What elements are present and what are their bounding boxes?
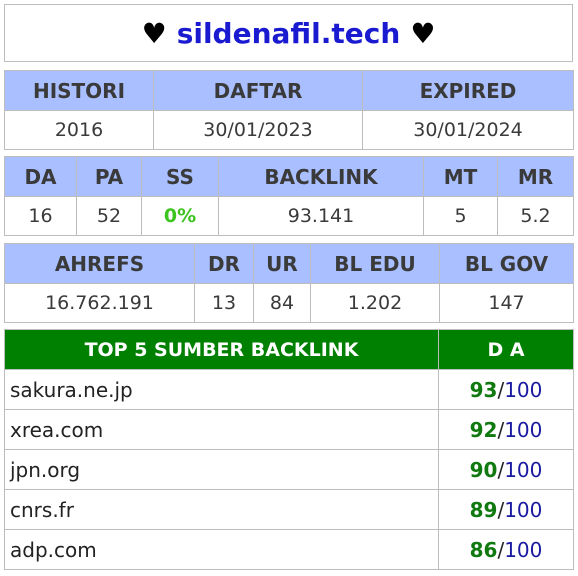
header-pa: PA [76,156,142,197]
heart-left-icon: ♥ [141,16,167,50]
top-backlinks-table: TOP 5 SUMBER BACKLINK D A sakura.ne.jp 9… [4,329,574,570]
backlink-site: cnrs.fr [4,489,439,530]
value-histori: 2016 [4,110,154,150]
backlink-da: 86/100 [438,529,574,570]
value-daftar: 30/01/2023 [153,110,363,150]
value-ur: 84 [253,283,311,323]
backlink-da: 93/100 [438,369,574,410]
backlink-site: xrea.com [4,409,439,450]
table-row: cnrs.fr 89/100 [4,489,574,530]
backlink-da-value: 92 [469,417,498,442]
table-row: adp.com 86/100 [4,529,574,570]
top-backlinks-header-row: TOP 5 SUMBER BACKLINK D A [4,329,574,370]
backlink-da-max: 100 [504,497,543,522]
backlink-da: 92/100 [438,409,574,450]
moz-value-row: 16 52 0% 93.141 5 5.2 [4,196,574,236]
value-bl-edu: 1.202 [310,283,440,323]
header-dr: DR [194,243,254,284]
value-pa: 52 [76,196,142,236]
value-mt: 5 [423,196,498,236]
table-row: jpn.org 90/100 [4,449,574,490]
value-expired: 30/01/2024 [362,110,574,150]
value-da: 16 [4,196,77,236]
ahrefs-value-row: 16.762.191 13 84 1.202 147 [4,283,574,323]
header-histori: HISTORI [4,70,154,111]
header-ahrefs: AHREFS [4,243,195,284]
backlink-da: 90/100 [438,449,574,490]
backlink-da-value: 90 [469,457,498,482]
header-top-da: D A [438,329,574,370]
backlink-site: jpn.org [4,449,439,490]
value-dr: 13 [194,283,254,323]
header-mr: MR [497,156,574,197]
backlink-da-max: 100 [504,537,543,562]
ahrefs-metrics-table: AHREFS DR UR BL EDU BL GOV 16.762.191 13… [4,243,574,323]
value-bl-gov: 147 [439,283,574,323]
backlink-da: 89/100 [438,489,574,530]
backlink-da-max: 100 [504,377,543,402]
backlink-da-value: 86 [469,537,498,562]
header-bl-gov: BL GOV [439,243,574,284]
header-ss: SS [141,156,219,197]
site-title-box: ♥ sildenafil.tech ♥ [4,4,573,62]
moz-metrics-table: DA PA SS BACKLINK MT MR 16 52 0% 93.141 … [4,156,574,236]
backlink-da-max: 100 [504,457,543,482]
heart-right-icon: ♥ [410,16,436,50]
header-mt: MT [423,156,498,197]
header-ur: UR [253,243,311,284]
domain-name: sildenafil.tech [176,16,401,50]
header-da: DA [4,156,77,197]
table-row: xrea.com 92/100 [4,409,574,450]
ahrefs-header-row: AHREFS DR UR BL EDU BL GOV [4,243,574,284]
moz-header-row: DA PA SS BACKLINK MT MR [4,156,574,197]
registration-value-row: 2016 30/01/2023 30/01/2024 [4,110,574,150]
backlink-da-value: 93 [469,377,498,402]
table-row: sakura.ne.jp 93/100 [4,369,574,410]
header-daftar: DAFTAR [153,70,363,111]
backlink-site: sakura.ne.jp [4,369,439,410]
registration-table: HISTORI DAFTAR EXPIRED 2016 30/01/2023 3… [4,70,574,150]
value-ahrefs: 16.762.191 [4,283,195,323]
header-expired: EXPIRED [362,70,574,111]
value-backlink: 93.141 [218,196,424,236]
registration-header-row: HISTORI DAFTAR EXPIRED [4,70,574,111]
backlink-da-value: 89 [469,497,498,522]
header-backlink: BACKLINK [218,156,424,197]
header-top-sources: TOP 5 SUMBER BACKLINK [4,329,439,370]
value-mr: 5.2 [497,196,574,236]
backlink-site: adp.com [4,529,439,570]
value-ss: 0% [141,196,219,236]
backlink-da-max: 100 [504,417,543,442]
header-bl-edu: BL EDU [310,243,440,284]
